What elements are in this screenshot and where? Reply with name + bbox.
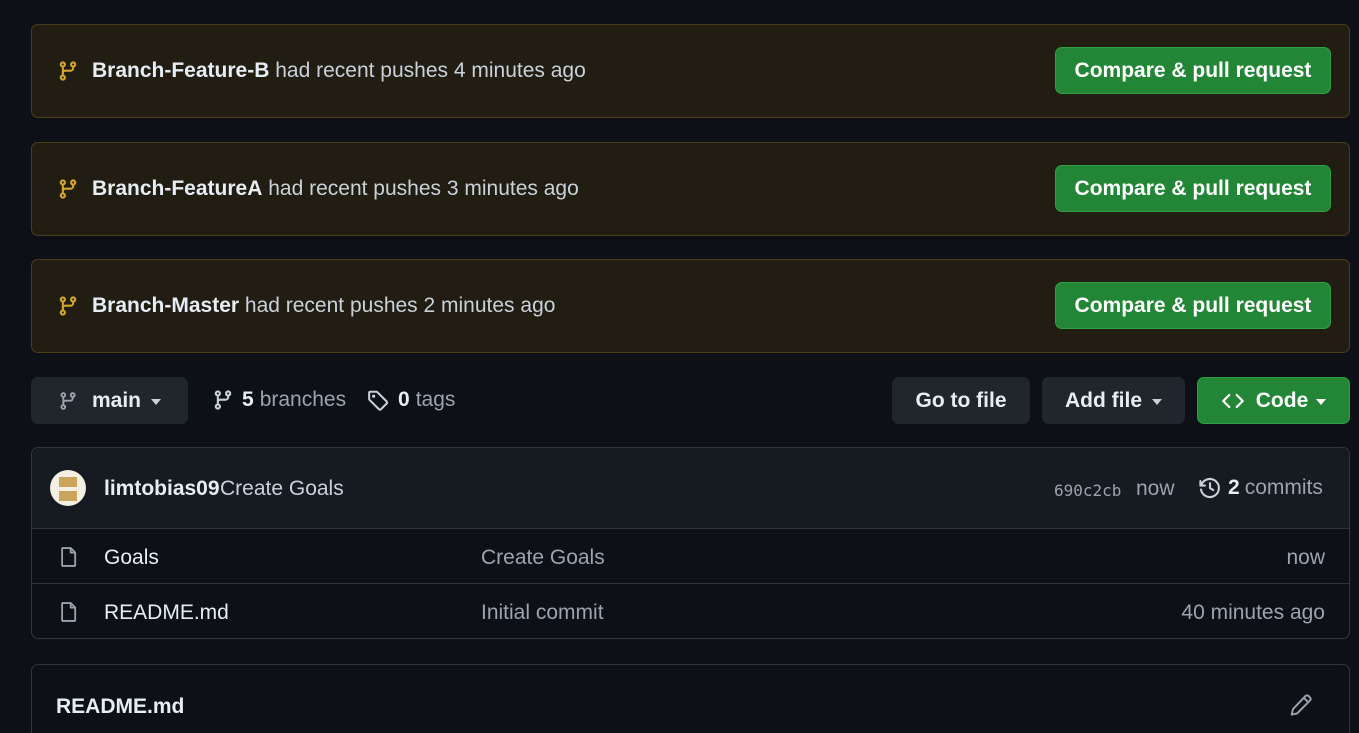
git-branch-icon — [60, 391, 76, 410]
history-icon — [1199, 478, 1220, 499]
code-icon — [1221, 393, 1244, 408]
tags-count: 0 — [398, 388, 410, 411]
latest-commit-bar: limtobias09 Create Goals 690c2cb now 2 c… — [32, 448, 1349, 529]
go-to-file-button[interactable]: Go to file — [892, 377, 1030, 424]
branch-link[interactable]: Branch-FeatureA — [92, 177, 262, 200]
git-branch-icon — [59, 179, 77, 199]
tags-label: tags — [415, 388, 456, 411]
commit-sha[interactable]: 690c2cb — [1054, 481, 1121, 500]
commits-label: commits — [1244, 476, 1323, 499]
caret-down-icon — [1316, 398, 1327, 405]
commit-message[interactable]: Create Goals — [220, 477, 344, 501]
push-text: had recent pushes 3 minutes ago — [268, 177, 579, 200]
push-message: Branch-Master had recent pushes 2 minute… — [92, 294, 555, 318]
branches-count: 5 — [242, 388, 254, 411]
file-row: Goals Create Goals now — [32, 529, 1349, 584]
branch-selector-label: main — [92, 388, 142, 412]
commit-author[interactable]: limtobias09 — [104, 477, 220, 501]
compare-pull-request-button[interactable]: Compare & pull request — [1055, 165, 1331, 212]
compare-pull-request-button[interactable]: Compare & pull request — [1055, 282, 1331, 329]
branches-label: branches — [259, 388, 347, 411]
branch-link[interactable]: Branch-Master — [92, 294, 239, 317]
file-commit-message[interactable]: Initial commit — [481, 601, 604, 625]
file-name[interactable]: Goals — [104, 546, 159, 570]
branch-selector-button[interactable]: main — [31, 377, 188, 424]
commit-time: now — [1136, 477, 1175, 500]
branches-link[interactable]: 5 branches — [212, 386, 346, 414]
git-branch-icon — [59, 296, 77, 316]
readme-title[interactable]: README.md — [56, 695, 184, 719]
git-branch-icon — [214, 390, 232, 410]
add-file-label: Add file — [1065, 388, 1142, 412]
push-text: had recent pushes 2 minutes ago — [244, 294, 556, 317]
branch-link[interactable]: Branch-Feature-B — [92, 59, 269, 82]
file-row: README.md Initial commit 40 minutes ago — [32, 584, 1349, 638]
code-label: Code — [1255, 388, 1309, 412]
push-text: had recent pushes 4 minutes ago — [275, 59, 586, 82]
avatar[interactable] — [50, 470, 86, 506]
recent-push-banner: Branch-Master had recent pushes 2 minute… — [31, 259, 1350, 353]
push-message: Branch-Feature-B had recent pushes 4 min… — [92, 59, 586, 83]
tags-link[interactable]: 0 tags — [367, 386, 455, 414]
caret-down-icon — [1152, 398, 1162, 405]
recent-push-banner: Branch-Feature-B had recent pushes 4 min… — [31, 24, 1350, 118]
repo-page: Branch-Feature-B had recent pushes 4 min… — [0, 0, 1359, 733]
readme-box: README.md — [31, 664, 1350, 733]
commits-history-link[interactable]: 2 commits — [1198, 476, 1323, 500]
git-branch-icon — [59, 61, 77, 81]
push-message: Branch-FeatureA had recent pushes 3 minu… — [92, 177, 579, 201]
file-commit-message[interactable]: Create Goals — [481, 546, 605, 570]
pencil-icon[interactable] — [1289, 693, 1313, 717]
tag-icon — [368, 390, 389, 411]
file-commit-time: now — [1286, 546, 1325, 569]
file-name[interactable]: README.md — [104, 601, 229, 625]
file-commit-time: 40 minutes ago — [1181, 601, 1325, 624]
file-icon — [61, 602, 77, 622]
file-list: limtobias09 Create Goals 690c2cb now 2 c… — [31, 447, 1350, 639]
file-icon — [61, 547, 77, 567]
commits-count: 2 — [1228, 476, 1240, 499]
caret-down-icon — [151, 398, 162, 405]
compare-pull-request-button[interactable]: Compare & pull request — [1055, 47, 1331, 94]
add-file-button[interactable]: Add file — [1042, 377, 1185, 424]
code-button[interactable]: Code — [1197, 377, 1350, 424]
recent-push-banner: Branch-FeatureA had recent pushes 3 minu… — [31, 142, 1350, 236]
